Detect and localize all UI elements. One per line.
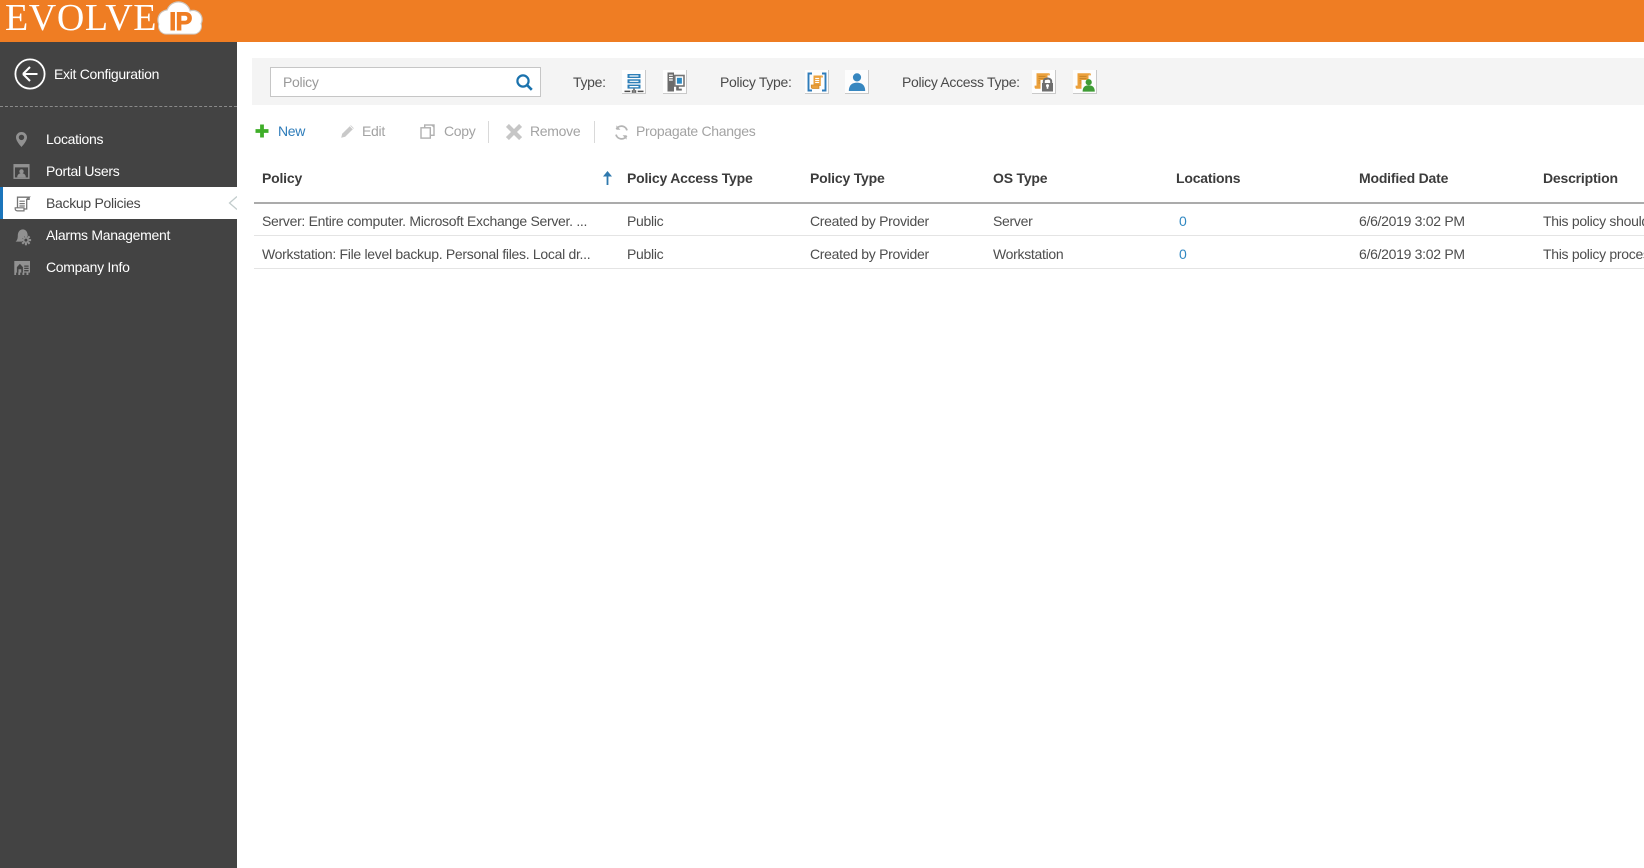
svg-text:IP: IP	[169, 8, 192, 35]
